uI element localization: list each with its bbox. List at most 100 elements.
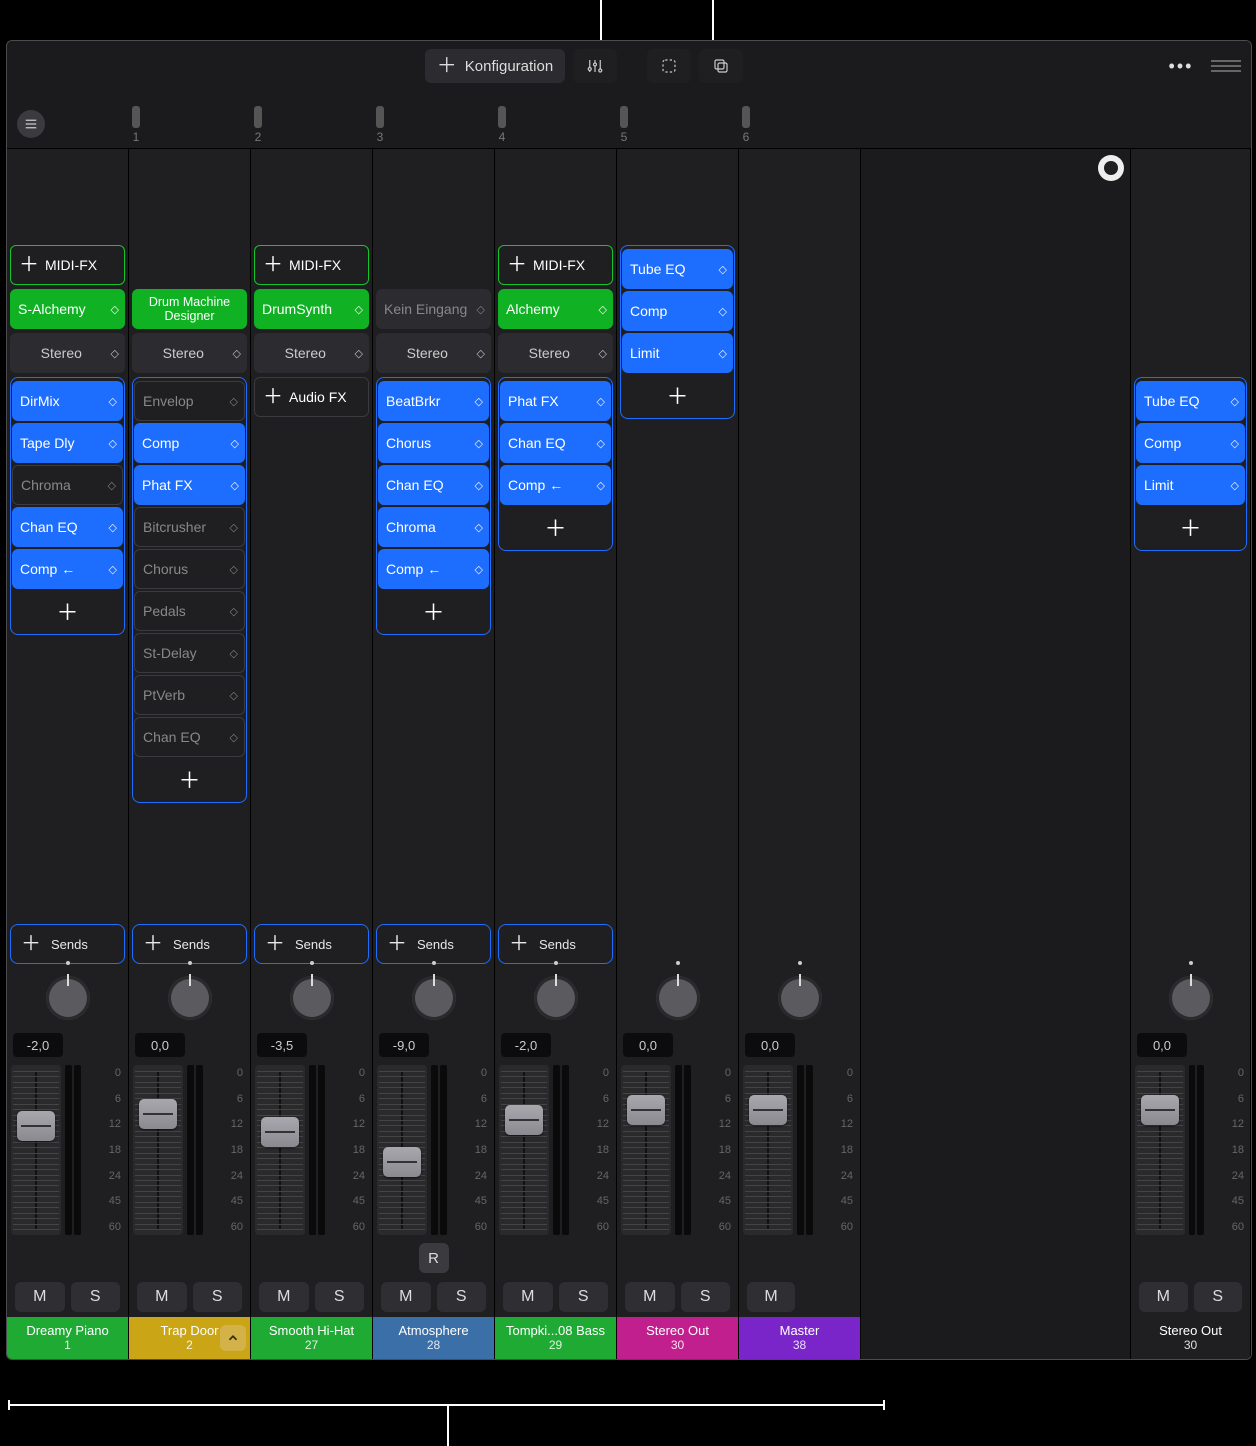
gain-readout[interactable]: -9,0 [379, 1033, 429, 1057]
fx-slot[interactable]: Comp◇ [622, 291, 733, 331]
gain-readout[interactable]: -2,0 [501, 1033, 551, 1057]
fader-track[interactable] [743, 1065, 793, 1235]
marker-tick[interactable] [254, 106, 262, 128]
pan-control[interactable] [495, 967, 616, 1029]
gain-readout[interactable]: 0,0 [135, 1033, 185, 1057]
fader-track[interactable] [621, 1065, 671, 1235]
fader-cap[interactable] [505, 1105, 543, 1135]
solo-button[interactable]: S [71, 1282, 121, 1312]
marker-tick[interactable] [742, 106, 750, 128]
fx-slot[interactable]: Limit◇ [1136, 465, 1245, 505]
instrument-slot[interactable]: S-Alchemy◇ [10, 289, 125, 329]
mute-button[interactable]: M [381, 1282, 431, 1312]
fader[interactable]: 061218244560 [617, 1061, 738, 1239]
marker-tick[interactable] [498, 106, 506, 128]
pan-control[interactable] [7, 967, 128, 1029]
fx-slot[interactable]: Comp ←◇ [500, 465, 611, 505]
mute-button[interactable]: M [503, 1282, 553, 1312]
input-slot[interactable]: Kein Eingang◇ [376, 289, 491, 329]
channel-name[interactable]: Master38 [739, 1317, 860, 1359]
gain-readout[interactable]: 0,0 [623, 1033, 673, 1057]
channel-name[interactable]: Trap Door2 [129, 1317, 250, 1359]
fader[interactable]: 061218244560 [251, 1061, 372, 1239]
fader-track[interactable] [377, 1065, 427, 1235]
mute-button[interactable]: M [15, 1282, 65, 1312]
fx-slot[interactable]: Chan EQ◇ [378, 465, 489, 505]
fader[interactable]: 061218244560 [495, 1061, 616, 1239]
record-enable-button[interactable]: R [419, 1243, 449, 1273]
fx-slot[interactable]: Tube EQ◇ [622, 249, 733, 289]
solo-button[interactable]: S [193, 1282, 243, 1312]
solo-button[interactable]: S [437, 1282, 487, 1312]
fx-slot[interactable]: Tape Dly◇ [12, 423, 123, 463]
channel-name[interactable]: Smooth Hi-Hat27 [251, 1317, 372, 1359]
add-fx-button[interactable]: ＋ [378, 591, 489, 631]
fader-track[interactable] [11, 1065, 61, 1235]
add-audio-fx-button[interactable]: ＋Audio FX [254, 377, 369, 417]
midi-fx-button[interactable]: ＋MIDI-FX [10, 245, 125, 285]
settings-sliders-button[interactable] [573, 49, 617, 83]
fx-slot[interactable]: Pedals◇ [134, 591, 245, 631]
pan-control[interactable] [739, 967, 860, 1029]
gain-readout[interactable]: 0,0 [1137, 1033, 1187, 1057]
mute-button[interactable]: M [137, 1282, 187, 1312]
fx-slot[interactable]: PtVerb◇ [134, 675, 245, 715]
instrument-slot[interactable]: DrumSynth◇ [254, 289, 369, 329]
gain-readout[interactable]: -2,0 [13, 1033, 63, 1057]
fader-cap[interactable] [17, 1111, 55, 1141]
expand-button[interactable] [220, 1325, 246, 1351]
fx-slot[interactable]: Chan EQ◇ [500, 423, 611, 463]
select-tool-button[interactable] [647, 49, 691, 83]
mute-button[interactable]: M [1139, 1282, 1188, 1312]
fx-slot[interactable]: Bitcrusher◇ [134, 507, 245, 547]
solo-button[interactable]: S [1194, 1282, 1243, 1312]
io-format-select[interactable]: Stereo◇ [10, 333, 125, 373]
channel-name[interactable]: Stereo Out30 [617, 1317, 738, 1359]
fx-slot[interactable]: Chroma◇ [378, 507, 489, 547]
io-format-select[interactable]: Stereo◇ [132, 333, 247, 373]
fx-slot[interactable]: Phat FX◇ [500, 381, 611, 421]
pan-knob[interactable] [778, 976, 822, 1020]
io-format-select[interactable]: Stereo◇ [376, 333, 491, 373]
fader[interactable]: 061218244560 [129, 1061, 250, 1239]
gain-readout[interactable]: 0,0 [745, 1033, 795, 1057]
pan-control[interactable] [251, 967, 372, 1029]
fader-cap[interactable] [139, 1099, 177, 1129]
copy-button[interactable] [699, 49, 743, 83]
add-fx-button[interactable]: ＋ [1136, 507, 1245, 547]
fx-slot[interactable]: Chorus◇ [378, 423, 489, 463]
add-fx-button[interactable]: ＋ [134, 759, 245, 799]
channel-name[interactable]: Dreamy Piano1 [7, 1317, 128, 1359]
marker-tick[interactable] [376, 106, 384, 128]
more-button[interactable]: ••• [1159, 49, 1203, 83]
marker-tick[interactable] [620, 106, 628, 128]
pan-knob[interactable] [290, 976, 334, 1020]
fx-slot[interactable]: BeatBrkr◇ [378, 381, 489, 421]
pan-knob[interactable] [412, 976, 456, 1020]
io-format-select[interactable]: Stereo◇ [254, 333, 369, 373]
fx-slot[interactable]: Chroma◇ [12, 465, 123, 505]
channel-name[interactable]: Stereo Out30 [1131, 1317, 1250, 1359]
fader-cap[interactable] [627, 1095, 665, 1125]
sends-button[interactable]: ＋Sends [254, 924, 369, 964]
channel-name[interactable]: Tompki...08 Bass29 [495, 1317, 616, 1359]
solo-button[interactable]: S [315, 1282, 365, 1312]
mute-button[interactable]: M [747, 1282, 795, 1312]
filter-button[interactable] [1098, 155, 1124, 181]
pan-control[interactable] [373, 967, 494, 1029]
fx-slot[interactable]: Phat FX◇ [134, 465, 245, 505]
fx-slot[interactable]: Tube EQ◇ [1136, 381, 1245, 421]
marker-tick[interactable] [132, 106, 140, 128]
midi-fx-button[interactable]: ＋MIDI-FX [498, 245, 613, 285]
gain-readout[interactable]: -3,5 [257, 1033, 307, 1057]
fx-slot[interactable]: Comp ←◇ [12, 549, 123, 589]
fader-cap[interactable] [261, 1117, 299, 1147]
fx-slot[interactable]: Envelop◇ [134, 381, 245, 421]
pan-control[interactable] [129, 967, 250, 1029]
fader[interactable]: 061218244560 [7, 1061, 128, 1239]
ruler-menu-button[interactable] [17, 110, 45, 138]
configuration-button[interactable]: ＋ Konfiguration [425, 49, 565, 83]
fader-track[interactable] [133, 1065, 183, 1235]
fx-slot[interactable]: Chan EQ◇ [12, 507, 123, 547]
instrument-slot[interactable]: Drum MachineDesigner [132, 289, 247, 329]
